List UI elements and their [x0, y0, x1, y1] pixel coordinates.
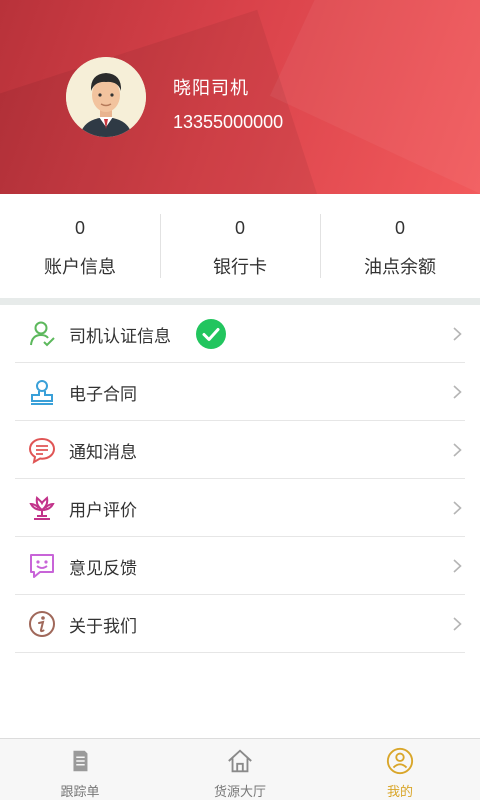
verified-check-icon — [196, 319, 226, 349]
stat-fuel-balance[interactable]: 0 油点余额 — [320, 194, 480, 298]
menu-item-feedback[interactable]: 意见反馈 — [0, 537, 480, 595]
stat-label: 账户信息 — [44, 257, 116, 278]
stat-value: 0 — [394, 218, 405, 238]
menu-item-label: 意见反馈 — [69, 558, 137, 579]
driver-avatar-illustration — [66, 57, 146, 137]
menu-item-notifications[interactable]: 通知消息 — [0, 421, 480, 479]
chevron-right-icon — [453, 501, 462, 515]
tab-tracking[interactable]: 跟踪单 — [0, 739, 160, 800]
user-circle-icon — [386, 747, 414, 775]
chevron-right-icon — [453, 443, 462, 457]
menu-item-user-reviews[interactable]: 用户评价 — [0, 479, 480, 537]
menu-item-about-us[interactable]: 关于我们 — [0, 595, 480, 653]
menu-item-label: 用户评价 — [69, 500, 137, 521]
smile-bubble-icon — [30, 554, 54, 578]
menu-list: 司机认证信息 电子合同 通知消息 用户评价 意见反馈 关于我们 — [0, 305, 480, 653]
chevron-right-icon — [453, 327, 462, 341]
home-icon — [228, 749, 252, 773]
tab-label: 货源大厅 — [213, 785, 266, 800]
stat-label: 油点余额 — [364, 257, 436, 278]
chevron-right-icon — [453, 385, 462, 399]
info-icon — [29, 611, 55, 637]
stats-row: 0 账户信息 0 银行卡 0 油点余额 — [0, 194, 480, 298]
tab-label: 跟踪单 — [60, 785, 100, 800]
bottom-tab-bar: 跟踪单 货源大厅 我的 — [0, 738, 480, 800]
profile-header: 晓阳司机 13355000000 — [0, 0, 480, 194]
driver-phone: 13355000000 — [173, 112, 284, 132]
section-divider — [0, 298, 480, 305]
tab-mine[interactable]: 我的 — [320, 739, 480, 800]
document-icon — [73, 750, 88, 772]
chevron-right-icon — [453, 617, 462, 631]
avatar[interactable] — [66, 57, 146, 137]
stamp-icon — [31, 380, 53, 405]
driver-name: 晓阳司机 — [173, 78, 249, 99]
chevron-right-icon — [453, 559, 462, 573]
menu-item-label: 司机认证信息 — [69, 326, 171, 347]
stat-account-info[interactable]: 0 账户信息 — [0, 194, 160, 298]
menu-item-driver-verification[interactable]: 司机认证信息 — [0, 305, 480, 363]
tab-cargo-hall[interactable]: 货源大厅 — [160, 739, 320, 800]
menu-item-e-contract[interactable]: 电子合同 — [0, 363, 480, 421]
menu-item-label: 关于我们 — [69, 616, 137, 637]
flower-icon — [29, 495, 55, 520]
menu-item-label: 电子合同 — [69, 384, 137, 405]
menu-item-label: 通知消息 — [69, 442, 137, 463]
stat-bank-card[interactable]: 0 银行卡 — [160, 194, 320, 298]
tab-label: 我的 — [386, 785, 413, 800]
stat-value: 0 — [74, 218, 85, 238]
message-bubble-icon — [28, 437, 56, 464]
stat-label: 银行卡 — [213, 257, 267, 278]
person-check-icon — [30, 321, 55, 347]
stat-value: 0 — [234, 218, 245, 238]
